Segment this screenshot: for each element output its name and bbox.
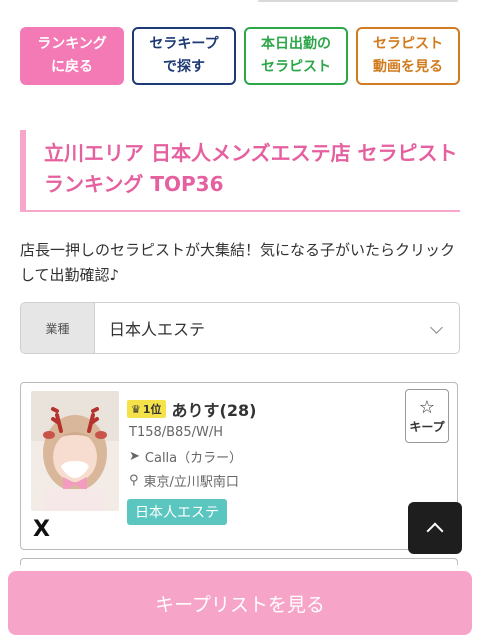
therapist-rank: ♛ 1位 ありす(28): [127, 397, 256, 421]
view-keep-list-button[interactable]: キープリストを見る: [8, 571, 472, 635]
todays-therapists-button[interactable]: 本日出勤の セラピスト: [244, 27, 348, 85]
category-select-text: 日本人エステ: [109, 320, 206, 339]
rank-badge: ♛ 1位: [127, 400, 166, 418]
top-divider: [258, 0, 458, 2]
therapist-photo-image: [31, 391, 119, 511]
chevron-down-icon: [430, 321, 443, 334]
location-text: 東京/立川駅南口: [143, 475, 239, 490]
star-icon: ☆: [418, 396, 436, 418]
category-select-value[interactable]: 日本人エステ: [95, 303, 459, 353]
page-title: 立川エリア 日本人メンズエステ店 セラピストランキング TOP36: [44, 141, 458, 196]
therapist-shop[interactable]: ➤ Calla（カラー）: [129, 447, 242, 466]
rank-text: 1位: [142, 403, 162, 416]
therapist-name[interactable]: ありす(28): [172, 397, 257, 421]
nav-button-row: ランキング に戻る セラキープ で探す 本日出勤の セラピスト セラピスト 動画…: [20, 27, 460, 85]
category-tag: 日本人エステ: [127, 499, 227, 525]
send-icon: ➤: [129, 449, 140, 464]
category-select-label: 業種: [21, 303, 95, 353]
chevron-up-icon: [426, 522, 444, 540]
keep-label: キープ: [409, 419, 445, 434]
therapist-location: ⚲ 東京/立川駅南口: [129, 471, 239, 490]
therapist-videos-button[interactable]: セラピスト 動画を見る: [356, 27, 460, 85]
back-to-ranking-button[interactable]: ランキング に戻る: [20, 27, 124, 85]
x-logo-icon[interactable]: X: [33, 517, 50, 542]
map-pin-icon: ⚲: [129, 473, 139, 488]
category-select[interactable]: 業種 日本人エステ: [20, 302, 460, 354]
shop-name: Calla（カラー）: [144, 451, 243, 466]
therapist-photo[interactable]: [31, 391, 119, 511]
therapist-card[interactable]: X ♛ 1位 ありす(28) T158/B85/W/H ➤ Calla（カラー）…: [20, 382, 458, 550]
keep-button[interactable]: ☆ キープ: [405, 389, 449, 443]
therapist-spec: T158/B85/W/H: [129, 425, 223, 440]
search-by-keep-button[interactable]: セラキープ で探す: [132, 27, 236, 85]
page-heading: 立川エリア 日本人メンズエステ店 セラピストランキング TOP36: [20, 130, 460, 212]
page-description: 店長一押しのセラピストが大集結！気になる子がいたらクリックして出勤確認♪: [20, 241, 456, 284]
scroll-to-top-button[interactable]: [408, 502, 462, 554]
crown-icon: ♛: [131, 402, 141, 416]
